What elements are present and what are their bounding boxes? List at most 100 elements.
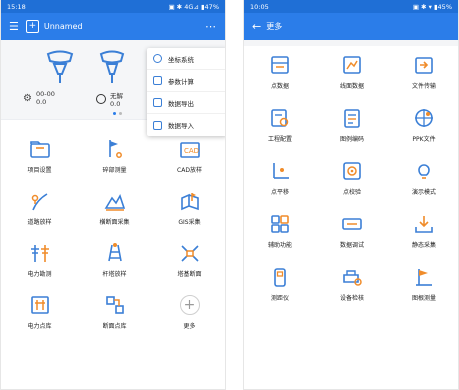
status-indicators: ▣ ✱ 4G⊿ ▮47% bbox=[168, 2, 219, 11]
calculator-icon bbox=[153, 76, 162, 85]
tile-label: 项目设置 bbox=[27, 167, 52, 174]
page-title: 更多 bbox=[266, 22, 283, 31]
tile-label: 文件传输 bbox=[411, 83, 436, 90]
control-survey-icon bbox=[413, 266, 435, 288]
gnss-receiver-icon[interactable] bbox=[45, 50, 75, 84]
satellite-status[interactable]: ⚙ 00-00 0.0 bbox=[23, 90, 55, 106]
tile-ppk[interactable]: PPK文件 bbox=[388, 99, 458, 152]
tile-power-library[interactable]: 电力点库 bbox=[2, 286, 77, 338]
flag-point-icon bbox=[104, 138, 126, 160]
tile-label: 图根测量 bbox=[411, 295, 436, 302]
tile-point-data[interactable]: 点数据 bbox=[244, 46, 316, 99]
tile-label: 数据调试 bbox=[339, 242, 364, 249]
menu-item-label: 坐标系统 bbox=[168, 55, 194, 64]
tile-static-collect[interactable]: 静态采集 bbox=[388, 205, 458, 258]
svg-text:CAD: CAD bbox=[184, 147, 199, 155]
tile-label: 电力勘测 bbox=[27, 271, 52, 278]
more-screen: 10:05 ▣ ✱ ▾ ▮45% ← 更多 点数据 线面数据 文件传输工程配置 图例编… bbox=[243, 0, 459, 390]
more-options-icon[interactable]: ⋯ bbox=[205, 20, 217, 33]
file-transfer-icon bbox=[413, 54, 435, 76]
satellite-icon: ⚙ bbox=[23, 92, 32, 104]
tile-data-debug[interactable]: 数据调试 bbox=[316, 205, 388, 258]
tile-device-check[interactable]: 设备检核 bbox=[316, 258, 388, 311]
tile-control-survey[interactable]: 图根测量 bbox=[388, 258, 458, 311]
tile-cad[interactable]: CAD CAD放样 bbox=[152, 130, 225, 182]
globe-icon bbox=[153, 54, 162, 63]
tile-label: 工程配置 bbox=[267, 136, 292, 143]
line-data-icon bbox=[341, 54, 363, 76]
tile-project-config[interactable]: 工程配置 bbox=[244, 99, 316, 152]
main-screen: 15:18 ▣ ✱ 4G⊿ ▮47% ☰ + Unnamed ⋯ ⚙ 00-00… bbox=[0, 0, 226, 390]
device-check-icon bbox=[341, 266, 363, 288]
tile-label: 设备检核 bbox=[339, 295, 364, 302]
menu-item-label: 参数计算 bbox=[168, 77, 194, 86]
tile-label: 断面点库 bbox=[102, 323, 127, 330]
export-icon bbox=[153, 98, 162, 107]
satellite-count: 00-00 bbox=[35, 90, 55, 98]
power-tower-icon bbox=[29, 242, 51, 264]
tile-label: GIS采集 bbox=[178, 219, 201, 226]
ppk-icon bbox=[413, 107, 435, 129]
function-grid: 项目设置 碎部测量 CAD CAD放样道路放样 横断面采集 GIS采集电力勘测 杆塔放样 塔基… bbox=[1, 130, 225, 338]
tile-label: 静态采集 bbox=[411, 242, 436, 249]
tile-section-library[interactable]: 断面点库 bbox=[77, 286, 152, 338]
point-translate-icon bbox=[269, 160, 291, 182]
status-time: 15:18 bbox=[7, 2, 26, 11]
tile-rangefinder[interactable]: 测距仪 bbox=[244, 258, 316, 311]
project-config-icon bbox=[269, 107, 291, 129]
tile-label: 点数据 bbox=[270, 83, 289, 90]
fix-status[interactable]: 无解 0.0 bbox=[96, 90, 123, 108]
project-title[interactable]: Unnamed bbox=[44, 22, 83, 31]
tile-label: 点校验 bbox=[342, 189, 361, 196]
tile-label: 图例编码 bbox=[339, 136, 364, 143]
status-indicators: ▣ ✱ ▾ ▮45% bbox=[412, 2, 452, 11]
app-bar: ← 更多 bbox=[244, 13, 458, 40]
tile-demo-bulb[interactable]: 演示模式 bbox=[388, 152, 458, 205]
tile-legend-code[interactable]: 图例编码 bbox=[316, 99, 388, 152]
gis-icon bbox=[179, 190, 201, 212]
cad-icon: CAD bbox=[179, 138, 201, 160]
page-indicator bbox=[113, 112, 122, 115]
static-collect-icon bbox=[413, 213, 435, 235]
tile-label: 横断面采集 bbox=[99, 219, 130, 226]
base-receiver-icon[interactable] bbox=[99, 50, 125, 84]
fix-value: 无解 bbox=[110, 92, 123, 100]
tile-point-translate[interactable]: 点平移 bbox=[244, 152, 316, 205]
tile-plus[interactable]: + 更多 bbox=[152, 286, 225, 338]
tile-power-tower[interactable]: 电力勘测 bbox=[2, 234, 77, 286]
power-library-icon bbox=[29, 294, 51, 316]
tile-tower-base[interactable]: 塔基断面 bbox=[152, 234, 225, 286]
status-bar: 10:05 ▣ ✱ ▾ ▮45% bbox=[244, 0, 458, 13]
tile-gis[interactable]: GIS采集 bbox=[152, 182, 225, 234]
tile-line-data[interactable]: 线面数据 bbox=[316, 46, 388, 99]
tile-cross-section[interactable]: 横断面采集 bbox=[77, 182, 152, 234]
fix-status-icon bbox=[96, 94, 106, 104]
page-dot bbox=[119, 112, 122, 115]
menu-item-data-export[interactable]: 数据导出 bbox=[147, 92, 225, 114]
menu-item-parameter-calc[interactable]: 参数计算 bbox=[147, 70, 225, 92]
tile-tools-grid[interactable]: 辅助功能 bbox=[244, 205, 316, 258]
tile-label: 杆塔放样 bbox=[102, 271, 127, 278]
menu-icon[interactable]: ☰ bbox=[9, 20, 19, 33]
satellite-sub: 0.0 bbox=[35, 98, 47, 106]
more-function-grid: 点数据 线面数据 文件传输工程配置 图例编码 PPK文件点平移 点校验 演示模式辅助功能 数据… bbox=[244, 46, 458, 311]
tile-label: 测距仪 bbox=[270, 295, 289, 302]
tile-label: 点平移 bbox=[270, 189, 289, 196]
tile-tower-stakeout[interactable]: 杆塔放样 bbox=[77, 234, 152, 286]
tile-road-stakeout[interactable]: 道路放样 bbox=[2, 182, 77, 234]
project-icon[interactable]: + bbox=[25, 20, 39, 33]
tile-flag-point[interactable]: 碎部测量 bbox=[77, 130, 152, 182]
app-bar: ☰ + Unnamed ⋯ bbox=[1, 13, 225, 40]
tile-label: 碎部测量 bbox=[102, 167, 127, 174]
point-check-icon bbox=[341, 160, 363, 182]
menu-item-coordinate-system[interactable]: 坐标系统 bbox=[147, 48, 225, 70]
tile-folder[interactable]: 项目设置 bbox=[2, 130, 77, 182]
menu-item-data-import[interactable]: 数据导入 bbox=[147, 114, 225, 136]
tower-base-icon bbox=[179, 242, 201, 264]
tile-point-check[interactable]: 点校验 bbox=[316, 152, 388, 205]
tile-label: 辅助功能 bbox=[267, 242, 292, 249]
tower-stakeout-icon bbox=[104, 242, 126, 264]
status-time: 10:05 bbox=[250, 2, 269, 11]
back-arrow-icon[interactable]: ← bbox=[252, 20, 261, 33]
tile-file-transfer[interactable]: 文件传输 bbox=[388, 46, 458, 99]
